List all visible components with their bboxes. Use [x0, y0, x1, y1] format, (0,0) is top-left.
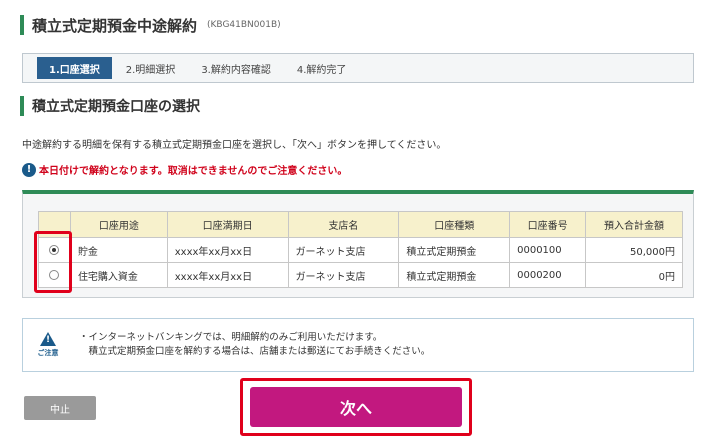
step-4-completion: 4.解約完了 [296, 64, 347, 76]
col-header-amount: 預入合計金額 [585, 211, 683, 238]
cell-type: 積立式定期預金 [398, 262, 511, 288]
cell-number: 0000100 [509, 237, 587, 263]
notice-box: ! ご注意 ・インターネットバンキングでは、明細解約のみご利用いただけます。 積… [22, 318, 694, 372]
col-header-branch: 支店名 [287, 211, 400, 238]
account-table: 口座用途 口座満期日 支店名 口座種類 口座番号 預入合計金額 貯金 xxxx年… [38, 211, 683, 288]
cell-number: 0000200 [509, 262, 587, 288]
section-accent-bar [20, 96, 24, 116]
col-header-number: 口座番号 [509, 211, 587, 238]
caution-icon: ! ご注意 [33, 332, 63, 358]
account-radio-2[interactable] [49, 269, 60, 280]
exclamation-icon: ! [22, 162, 36, 177]
account-radio-1[interactable] [49, 244, 60, 255]
col-header-type: 口座種類 [398, 211, 511, 238]
screen-code: (KBG41BN001B) [207, 20, 281, 30]
caution-label: ご注意 [37, 349, 59, 357]
cell-maturity: xxxx年xx月xx日 [166, 237, 289, 263]
col-header-select [38, 211, 71, 238]
cell-usage: 貯金 [69, 237, 168, 263]
title-accent-bar [20, 15, 24, 35]
step-indicator: 1.口座選択 2.明細選択 3.解約内容確認 4.解約完了 [22, 53, 694, 83]
next-highlight-frame: 次へ [240, 378, 472, 436]
step-3-confirmation: 3.解約内容確認 [201, 64, 271, 76]
account-table-panel: 口座用途 口座満期日 支店名 口座種類 口座番号 預入合計金額 貯金 xxxx年… [22, 190, 694, 298]
next-button[interactable]: 次へ [250, 387, 462, 427]
col-header-usage: 口座用途 [69, 211, 168, 238]
cell-amount: 50,000円 [585, 237, 683, 263]
section-header: 積立式定期預金口座の選択 [20, 95, 200, 117]
cancel-button[interactable]: 中止 [24, 396, 96, 420]
step-1-account-selection: 1.口座選択 [37, 57, 112, 79]
warning-triangle-icon: ! [40, 332, 56, 346]
table-header-row: 口座用途 口座満期日 支店名 口座種類 口座番号 預入合計金額 [38, 211, 683, 238]
table-row[interactable]: 貯金 xxxx年xx月xx日 ガーネット支店 積立式定期預金 0000100 5… [38, 237, 683, 263]
row-select-cell[interactable] [38, 262, 71, 288]
warning-text: 本日付けで解約となります。取消はできませんのでご注意ください。 [39, 166, 348, 177]
step-2-detail-selection: 2.明細選択 [125, 64, 176, 76]
cell-branch: ガーネット支店 [287, 262, 400, 288]
notice-text: ・インターネットバンキングでは、明細解約のみご利用いただけます。 積立式定期預金… [79, 331, 430, 359]
section-title: 積立式定期預金口座の選択 [32, 99, 200, 115]
col-header-maturity: 口座満期日 [166, 211, 289, 238]
cell-type: 積立式定期預金 [398, 237, 511, 263]
cell-maturity: xxxx年xx月xx日 [166, 262, 289, 288]
notice-line-1: ・インターネットバンキングでは、明細解約のみご利用いただけます。 [79, 332, 383, 343]
page-header: 積立式定期預金中途解約 (KBG41BN001B) [20, 14, 281, 36]
page-title: 積立式定期預金中途解約 [32, 16, 198, 35]
cell-amount: 0円 [585, 262, 683, 288]
table-row[interactable]: 住宅購入資金 xxxx年xx月xx日 ガーネット支店 積立式定期預金 00002… [38, 262, 683, 288]
instruction-text: 中途解約する明細を保有する積立式定期預金口座を選択し、「次へ」ボタンを押してくだ… [22, 140, 447, 151]
cell-usage: 住宅購入資金 [69, 262, 168, 288]
cell-branch: ガーネット支店 [287, 237, 400, 263]
row-select-cell[interactable] [38, 237, 71, 263]
notice-line-2: 積立式定期預金口座を解約する場合は、店舗または郵送にてお手続きください。 [79, 346, 431, 357]
warning-message: ! 本日付けで解約となります。取消はできませんのでご注意ください。 [22, 162, 347, 177]
